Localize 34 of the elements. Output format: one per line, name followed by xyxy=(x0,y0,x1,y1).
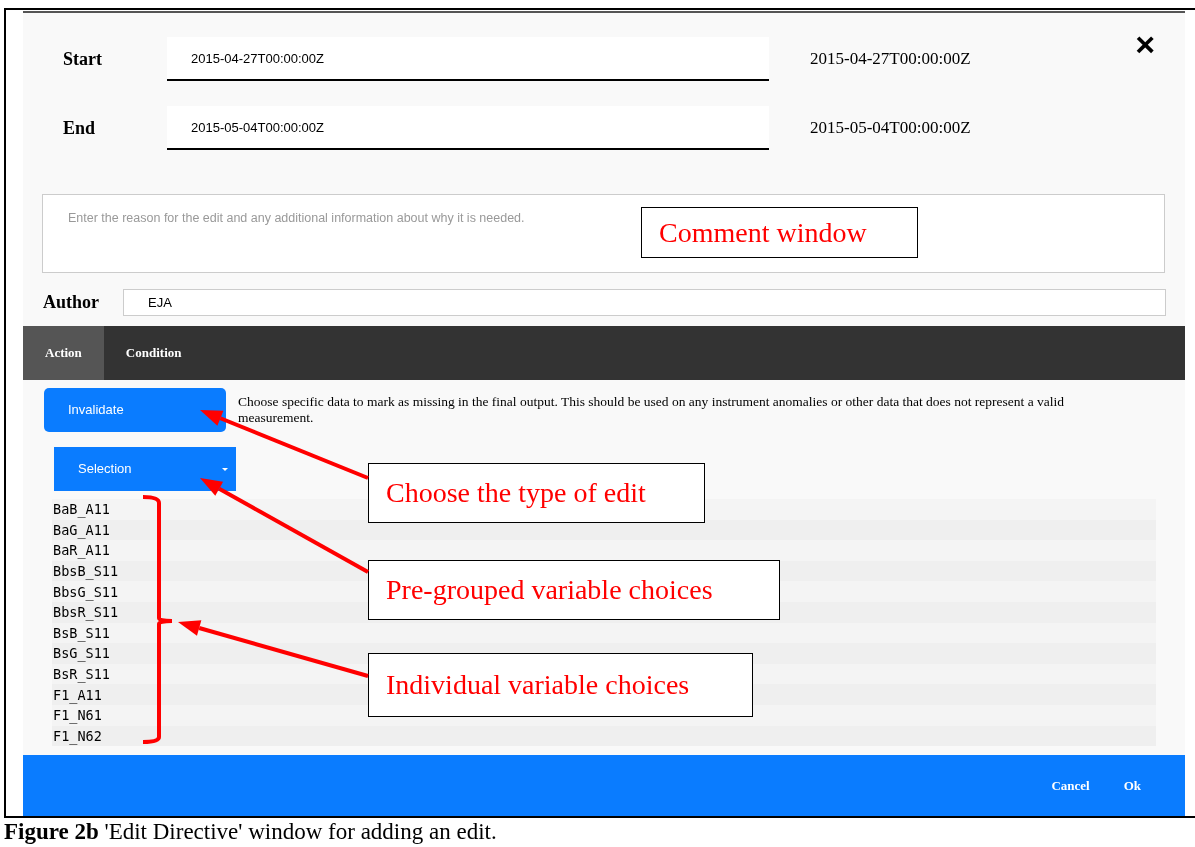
callout-label: Choose the type of edit xyxy=(368,463,705,523)
footer-button[interactable]: Cancel xyxy=(1049,775,1092,796)
variable-option[interactable]: BaG_A11 xyxy=(53,520,110,539)
date-value: 2015-04-27T00:00:00Z xyxy=(810,48,971,71)
field-label: End xyxy=(63,116,97,140)
variable-option[interactable]: BsG_S11 xyxy=(53,644,110,663)
variable-option[interactable]: BsB_S11 xyxy=(53,623,110,642)
author-label: Author xyxy=(43,290,100,314)
invalidate-button[interactable]: Invalidate xyxy=(44,388,226,432)
caret-icon xyxy=(222,467,228,471)
variable-option[interactable]: BbsR_S11 xyxy=(53,603,119,622)
callout-label: Comment window xyxy=(641,207,918,258)
variable-option[interactable]: BaB_A11 xyxy=(53,500,110,519)
date-field[interactable]: 2015-04-27T00:00:00Z xyxy=(167,37,769,81)
variable-option[interactable]: F1_N62 xyxy=(53,726,102,745)
field-label: Start xyxy=(63,47,103,71)
variable-option[interactable]: BbsG_S11 xyxy=(53,582,119,601)
variable-option[interactable]: BbsB_S11 xyxy=(53,562,119,581)
date-field[interactable]: 2015-05-04T00:00:00Z xyxy=(167,106,769,150)
callout-label: Pre-grouped variable choices xyxy=(368,560,780,620)
variable-option[interactable]: F1_N61 xyxy=(53,706,102,725)
selection-dropdown[interactable]: Selection xyxy=(54,447,236,491)
tab[interactable]: Action xyxy=(23,326,104,380)
tab[interactable]: Condition xyxy=(103,326,204,380)
action-description: Choose specific data to mark as missing in the final output. This should be used on any instrument anomalies or other data that does not represent a valid measurement. xyxy=(238,394,1066,426)
variable-option[interactable]: F1_A11 xyxy=(53,685,102,704)
figure-caption: Figure 2b 'Edit Directive' window for adding an edit. xyxy=(4,818,497,846)
variable-option[interactable]: BsR_S11 xyxy=(53,665,110,684)
date-value: 2015-05-04T00:00:00Z xyxy=(810,117,971,140)
callout-label: Individual variable choices xyxy=(368,653,753,717)
footer-button[interactable]: Ok xyxy=(1121,775,1143,796)
author-field[interactable]: EJA xyxy=(123,288,1166,316)
variable-option[interactable]: BaR_A11 xyxy=(53,541,110,560)
close-button[interactable]: × xyxy=(1135,27,1155,61)
